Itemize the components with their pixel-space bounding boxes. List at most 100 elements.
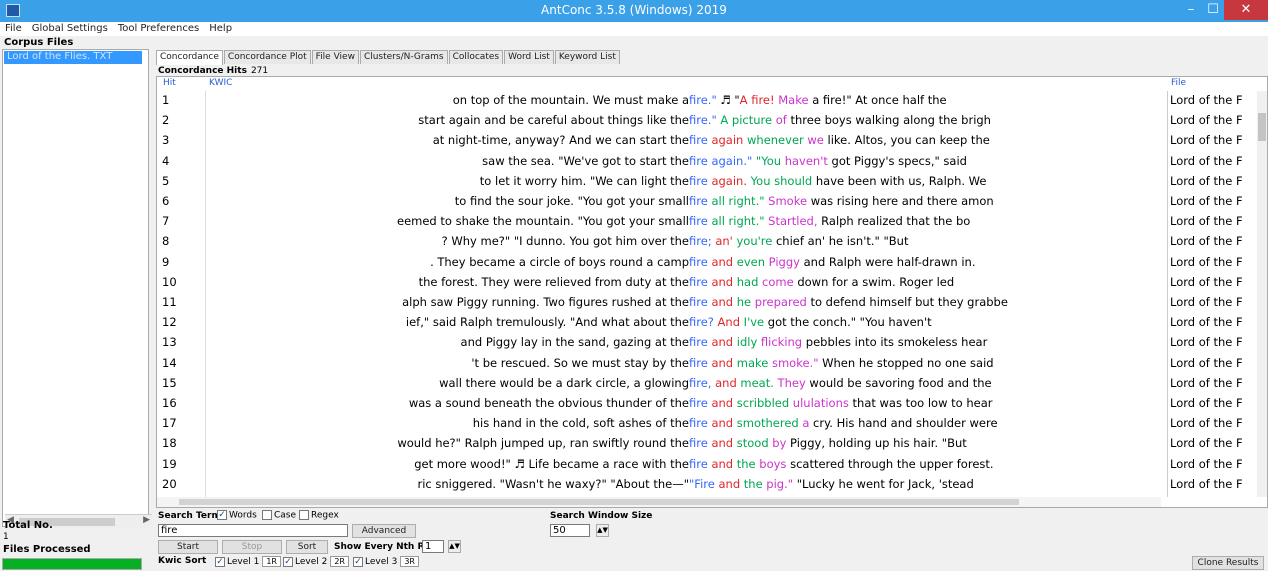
keyword-hit[interactable]: "Fire (689, 477, 715, 491)
hit-number: 17 (162, 416, 177, 431)
keyword-hit[interactable]: fire (689, 295, 708, 309)
checkbox-empty-icon[interactable] (299, 510, 309, 520)
kwic-sort-level1[interactable]: ✓ Level 1 1R (212, 556, 281, 567)
nth-row-spinner[interactable]: ▲▼ (448, 540, 461, 553)
checkbox-empty-icon[interactable] (262, 510, 272, 520)
table-row[interactable]: 13 and Piggy lay in the sand, gazing at t… (157, 334, 1268, 350)
keyword-hit[interactable]: fire (689, 436, 708, 450)
tab-file-view[interactable]: File View (311, 50, 359, 64)
menu-tool-preferences[interactable]: Tool Preferences (113, 22, 204, 34)
results-scrollbar[interactable] (157, 497, 1161, 507)
keyword-hit[interactable]: fire; (689, 234, 712, 248)
hit-number: 11 (162, 295, 177, 309)
kwic-column-header[interactable]: KWIC (209, 78, 232, 88)
context-token: ululations (789, 396, 849, 410)
table-row[interactable]: 15 wall there would be a dark circle, a g… (157, 375, 1268, 391)
concordance-results[interactable]: Hit KWIC File 1 on top of the mountain. W… (156, 76, 1268, 508)
table-row[interactable]: 18 would he?" Ralph jumped up, ran swiftl… (157, 435, 1268, 451)
table-row[interactable]: 9 . They became a circle of boys round a … (157, 254, 1268, 270)
keyword-hit[interactable]: fire, (689, 376, 711, 390)
table-row[interactable]: 4 saw the sea. "We've got to start the fir… (157, 153, 1268, 169)
level1-value[interactable]: 1R (262, 556, 281, 567)
keyword-hit[interactable]: fire (689, 133, 708, 147)
nth-row-input[interactable]: 1 (422, 540, 444, 553)
left-context: to let it worry him. "We can light the (479, 173, 689, 188)
window-size-input[interactable]: 50 (550, 524, 590, 537)
regex-checkbox[interactable]: Regex (296, 510, 339, 521)
file-name: Lord of the F (1170, 295, 1243, 309)
keyword-hit[interactable]: fire (689, 255, 708, 269)
menu-file[interactable]: File (0, 22, 27, 34)
check-icon[interactable]: ✓ (215, 556, 225, 567)
advanced-button[interactable]: Advanced (352, 524, 416, 538)
corpus-file-item[interactable]: Lord of the Flies. TXT (4, 51, 142, 64)
menu-help[interactable]: Help (204, 22, 237, 34)
table-row[interactable]: 12 ief," said Ralph tremulously. "And wha… (157, 314, 1268, 330)
start-button[interactable]: Start (158, 540, 218, 554)
file-column-header[interactable]: File (1171, 78, 1186, 88)
keyword-hit[interactable]: fire (689, 335, 708, 349)
table-row[interactable]: 5 to let it worry him. "We can light the f… (157, 173, 1268, 189)
close-button[interactable]: ✕ (1224, 0, 1268, 20)
clone-results-button[interactable]: Clone Results (1192, 556, 1264, 570)
level3-value[interactable]: 3R (400, 556, 419, 567)
file-name: Lord of the F (1170, 315, 1243, 330)
table-row[interactable]: 20 ric sniggered. "Wasn't he waxy?" "Abou… (157, 476, 1268, 492)
check-icon[interactable]: ✓ (283, 556, 293, 567)
keyword-hit[interactable]: fire? (689, 315, 714, 329)
hit-column-header[interactable]: Hit (163, 78, 176, 88)
file-name: Lord of the F (1170, 416, 1243, 431)
table-row[interactable]: 10 the forest. They were relieved from du… (157, 274, 1268, 290)
keyword-hit[interactable]: fire (689, 356, 708, 370)
table-row[interactable]: 11 alph saw Piggy running. Two figures ru… (157, 294, 1268, 310)
keyword-hit[interactable]: fire." (689, 93, 717, 107)
tab-keyword-list[interactable]: Keyword List (554, 50, 620, 64)
tab-clusters[interactable]: Clusters/N-Grams (359, 50, 448, 64)
tab-word-list[interactable]: Word List (504, 50, 554, 64)
tab-concordance-plot[interactable]: Concordance Plot (223, 50, 311, 64)
level2-value[interactable]: 2R (330, 556, 349, 567)
tab-concordance[interactable]: Concordance (156, 50, 223, 65)
file-name: Lord of the F (1170, 153, 1243, 168)
table-row[interactable]: 3 at night-time, anyway? And we can start… (157, 132, 1268, 148)
case-checkbox[interactable]: Case (259, 510, 296, 521)
keyword-hit[interactable]: fire." (689, 113, 717, 127)
corpus-file-list[interactable]: Lord of the Flies. TXT ◀ ▶ (2, 49, 152, 528)
keyword-hit[interactable]: fire again." (689, 154, 752, 168)
scroll-right-icon[interactable]: ▶ (143, 515, 150, 525)
menu-global-settings[interactable]: Global Settings (27, 22, 113, 34)
context-token: smoke." (768, 355, 819, 370)
search-input[interactable]: fire (158, 524, 348, 537)
table-row[interactable]: 19 get more wood!" ♬ Life became a race w… (157, 456, 1268, 472)
kwic-right-context: fire, and meat. They would be savoring f… (689, 376, 1119, 390)
scroll-thumb[interactable] (179, 499, 1019, 505)
keyword-hit[interactable]: fire (689, 416, 708, 430)
table-row[interactable]: 6 to find the sour joke. "You got your sm… (157, 193, 1268, 209)
check-icon[interactable]: ✓ (217, 510, 227, 520)
kwic-sort-level3[interactable]: ✓ Level 3 3R (350, 556, 419, 567)
words-checkbox[interactable]: ✓ Words (214, 510, 257, 521)
table-row[interactable]: 2 start again and be careful about things… (157, 112, 1268, 128)
table-row[interactable]: 1 on top of the mountain. We must make af… (157, 92, 1268, 108)
context-token: and (707, 254, 734, 269)
table-row[interactable]: 16 was a sound beneath the obvious thunde… (157, 395, 1268, 411)
keyword-hit[interactable]: fire (689, 275, 708, 289)
check-icon[interactable]: ✓ (353, 556, 363, 567)
sort-button[interactable]: Sort (286, 540, 328, 554)
tab-collocates[interactable]: Collocates (448, 50, 504, 64)
table-row[interactable]: 8 ? Why me?" "I dunno. You got him over t… (157, 233, 1268, 249)
keyword-hit[interactable]: fire (689, 194, 708, 208)
results-vertical-scrollbar[interactable] (1257, 91, 1267, 497)
table-row[interactable]: 14 't be rescued. So we must stay by the f… (157, 355, 1268, 371)
table-row[interactable]: 17 his hand in the cold, soft ashes of th… (157, 415, 1268, 431)
scroll-thumb[interactable] (1258, 113, 1266, 141)
keyword-hit[interactable]: fire (689, 396, 708, 410)
keyword-hit[interactable]: fire (689, 214, 708, 228)
keyword-hit[interactable]: fire (689, 457, 708, 471)
hit-number: 2 (162, 113, 170, 128)
kwic-sort-level2[interactable]: ✓ Level 2 2R (280, 556, 349, 567)
table-row[interactable]: 7 eemed to shake the mountain. "You got y… (157, 213, 1268, 229)
window-size-spinner[interactable]: ▲▼ (596, 524, 609, 537)
stop-button[interactable]: Stop (222, 540, 282, 554)
keyword-hit[interactable]: fire (689, 174, 708, 188)
